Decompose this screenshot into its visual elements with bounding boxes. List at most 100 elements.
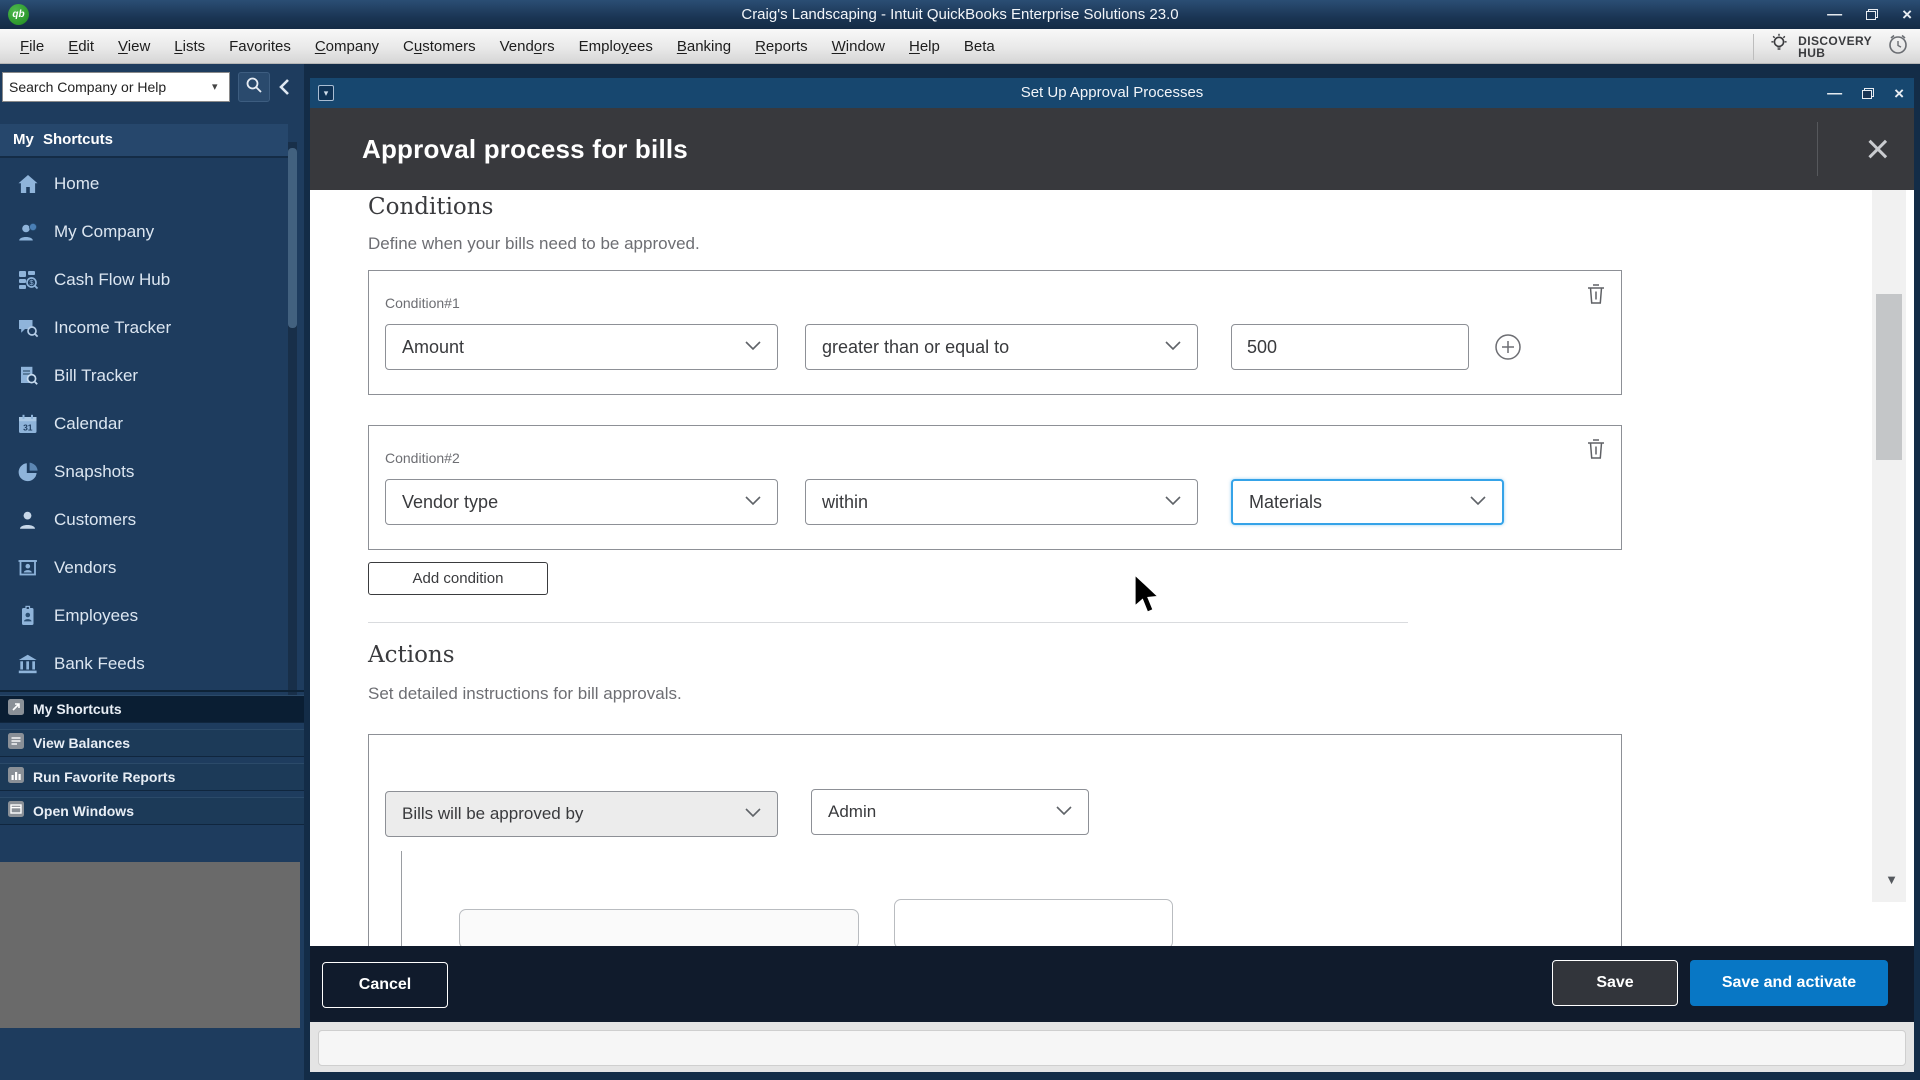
sidebar-item-label: Calendar (54, 414, 123, 433)
left-sidebar: ▾ My Shortcuts Home My Company $ Cash Fl… (0, 64, 304, 1080)
partial-field-1[interactable] (459, 909, 859, 946)
sidebar-item-label: Snapshots (54, 462, 135, 481)
bottom-nav-view-balances[interactable]: View Balances (0, 729, 304, 757)
chevron-down-icon (745, 805, 761, 823)
condition-2-field-value: Vendor type (402, 491, 499, 512)
delete-condition-1-button[interactable] (1585, 281, 1607, 311)
chevron-down-icon (1056, 803, 1072, 821)
sidebar-item-vendors[interactable]: Vendors (0, 544, 288, 592)
bill-tracker-icon (15, 363, 41, 389)
condition-2-label: Condition#2 (385, 450, 460, 466)
sidebar-item-label: My Company (54, 222, 155, 241)
menu-company[interactable]: Company (303, 38, 391, 55)
close-icon[interactable]: × (1902, 6, 1912, 23)
menu-lists[interactable]: Lists (162, 38, 217, 55)
search-row: ▾ (0, 64, 304, 110)
window-titlebar: ▾ Set Up Approval Processes — × (310, 78, 1914, 108)
sidebar-item-label: Customers (54, 510, 137, 529)
delete-condition-2-button[interactable] (1585, 436, 1607, 466)
condition-2-operator-dropdown[interactable]: within (805, 479, 1198, 525)
chevron-down-icon (1165, 338, 1181, 356)
partial-field-2[interactable] (894, 899, 1173, 946)
dialog-title: Approval process for bills (362, 134, 688, 164)
menu-view[interactable]: View (106, 38, 162, 55)
cancel-button[interactable]: Cancel (322, 962, 448, 1008)
search-input[interactable] (2, 72, 230, 102)
sidebar-scrollbar-thumb[interactable] (288, 148, 297, 328)
dialog-scrollbar[interactable] (1872, 190, 1906, 902)
sidebar-item-label: Employees (54, 606, 139, 625)
condition-2-field-dropdown[interactable]: Vendor type (385, 479, 778, 525)
add-condition-button[interactable]: Add condition (368, 562, 548, 595)
add-value-plus-icon[interactable] (1494, 333, 1522, 366)
approver-user-value: Admin (828, 802, 877, 821)
header-separator (1817, 122, 1818, 176)
sidebar-item-employees[interactable]: Employees (0, 592, 288, 640)
window-minimize-icon[interactable]: — (1827, 86, 1842, 101)
condition-2-operator-value: within (822, 491, 869, 512)
window-close-icon[interactable]: × (1894, 85, 1904, 102)
bottom-nav-open-windows[interactable]: Open Windows (0, 797, 304, 825)
tree-connector-line (401, 851, 402, 946)
menu-bar: File Edit View Lists Favorites Company Custome… (0, 29, 1920, 64)
minimize-icon[interactable]: — (1827, 7, 1842, 22)
sidebar-item-bank-feeds[interactable]: Bank Feeds (0, 640, 288, 688)
cash-flow-hub-icon: $ (15, 267, 41, 293)
menu-favorites[interactable]: Favorites (217, 38, 303, 55)
condition-1-amount-input[interactable] (1231, 324, 1469, 370)
open-windows-icon (8, 800, 24, 822)
sidebar-item-bill-tracker[interactable]: Bill Tracker (0, 352, 288, 400)
menu-customers[interactable]: Customers (391, 38, 488, 55)
bottom-nav-label: View Balances (33, 735, 131, 751)
scroll-down-arrow-icon[interactable]: ▼ (1885, 872, 1898, 887)
menu-file[interactable]: File (8, 38, 56, 55)
restore-icon[interactable] (1866, 9, 1879, 20)
sidebar-empty-panel (0, 862, 300, 1028)
menu-window[interactable]: Window (820, 38, 897, 55)
window-maximize-icon[interactable] (1862, 87, 1875, 99)
save-button[interactable]: Save (1552, 960, 1678, 1006)
app-title: Craig's Landscaping - Intuit QuickBooks … (741, 6, 1179, 23)
bottom-nav-label: Run Favorite Reports (33, 769, 176, 785)
screen: qb Craig's Landscaping - Intuit QuickBoo… (0, 0, 1920, 1080)
discovery-hub-button[interactable]: DISCOVERY HUB (1762, 31, 1876, 62)
window-lower-panel (318, 1030, 1906, 1066)
approver-user-dropdown[interactable]: Admin (811, 789, 1089, 835)
dialog-close-icon[interactable]: × (1865, 122, 1890, 176)
menu-employees[interactable]: Employees (567, 38, 665, 55)
menu-help[interactable]: Help (897, 38, 952, 55)
sidebar-item-home[interactable]: Home (0, 160, 288, 208)
menu-vendors[interactable]: Vendors (488, 38, 567, 55)
sidebar-item-cash-flow-hub[interactable]: $ Cash Flow Hub (0, 256, 288, 304)
approver-type-dropdown[interactable]: Bills will be approved by (385, 791, 778, 837)
menu-edit[interactable]: Edit (56, 38, 106, 55)
condition-2-value-dropdown[interactable]: Materials (1231, 479, 1504, 525)
sidebar-item-calendar[interactable]: 31 Calendar (0, 400, 288, 448)
sidebar-item-label: Cash Flow Hub (54, 270, 171, 289)
condition-1-label: Condition#1 (385, 295, 460, 311)
search-button[interactable] (238, 72, 270, 102)
menu-beta[interactable]: Beta (952, 38, 1007, 55)
chevron-down-icon (1470, 493, 1486, 511)
bottom-nav-my-shortcuts[interactable]: My Shortcuts (0, 695, 304, 723)
sidebar-item-label: Bank Feeds (54, 654, 145, 673)
dialog-scrollbar-thumb[interactable] (1876, 294, 1902, 460)
condition-1-operator-value: greater than or equal to (822, 336, 1010, 357)
save-and-activate-button[interactable]: Save and activate (1690, 960, 1888, 1006)
sidebar-item-income-tracker[interactable]: Income Tracker (0, 304, 288, 352)
approver-type-value: Bills will be approved by (402, 804, 584, 823)
collapse-sidebar-button[interactable] (278, 78, 290, 101)
sidebar-item-my-company[interactable]: My Company (0, 208, 288, 256)
lightbulb-icon (1766, 31, 1792, 62)
bottom-nav-run-favorite-reports[interactable]: Run Favorite Reports (0, 763, 304, 791)
menu-reports[interactable]: Reports (743, 38, 820, 55)
sidebar-item-customers[interactable]: Customers (0, 496, 288, 544)
favorite-reports-icon (8, 766, 24, 788)
condition-2-card: Condition#2 Vendor type within Materials (368, 425, 1622, 550)
reminders-clock-button[interactable] (1876, 32, 1918, 61)
condition-1-field-dropdown[interactable]: Amount (385, 324, 778, 370)
condition-1-operator-dropdown[interactable]: greater than or equal to (805, 324, 1198, 370)
vendors-icon (15, 555, 41, 581)
menu-banking[interactable]: Banking (665, 38, 743, 55)
sidebar-item-snapshots[interactable]: Snapshots (0, 448, 288, 496)
